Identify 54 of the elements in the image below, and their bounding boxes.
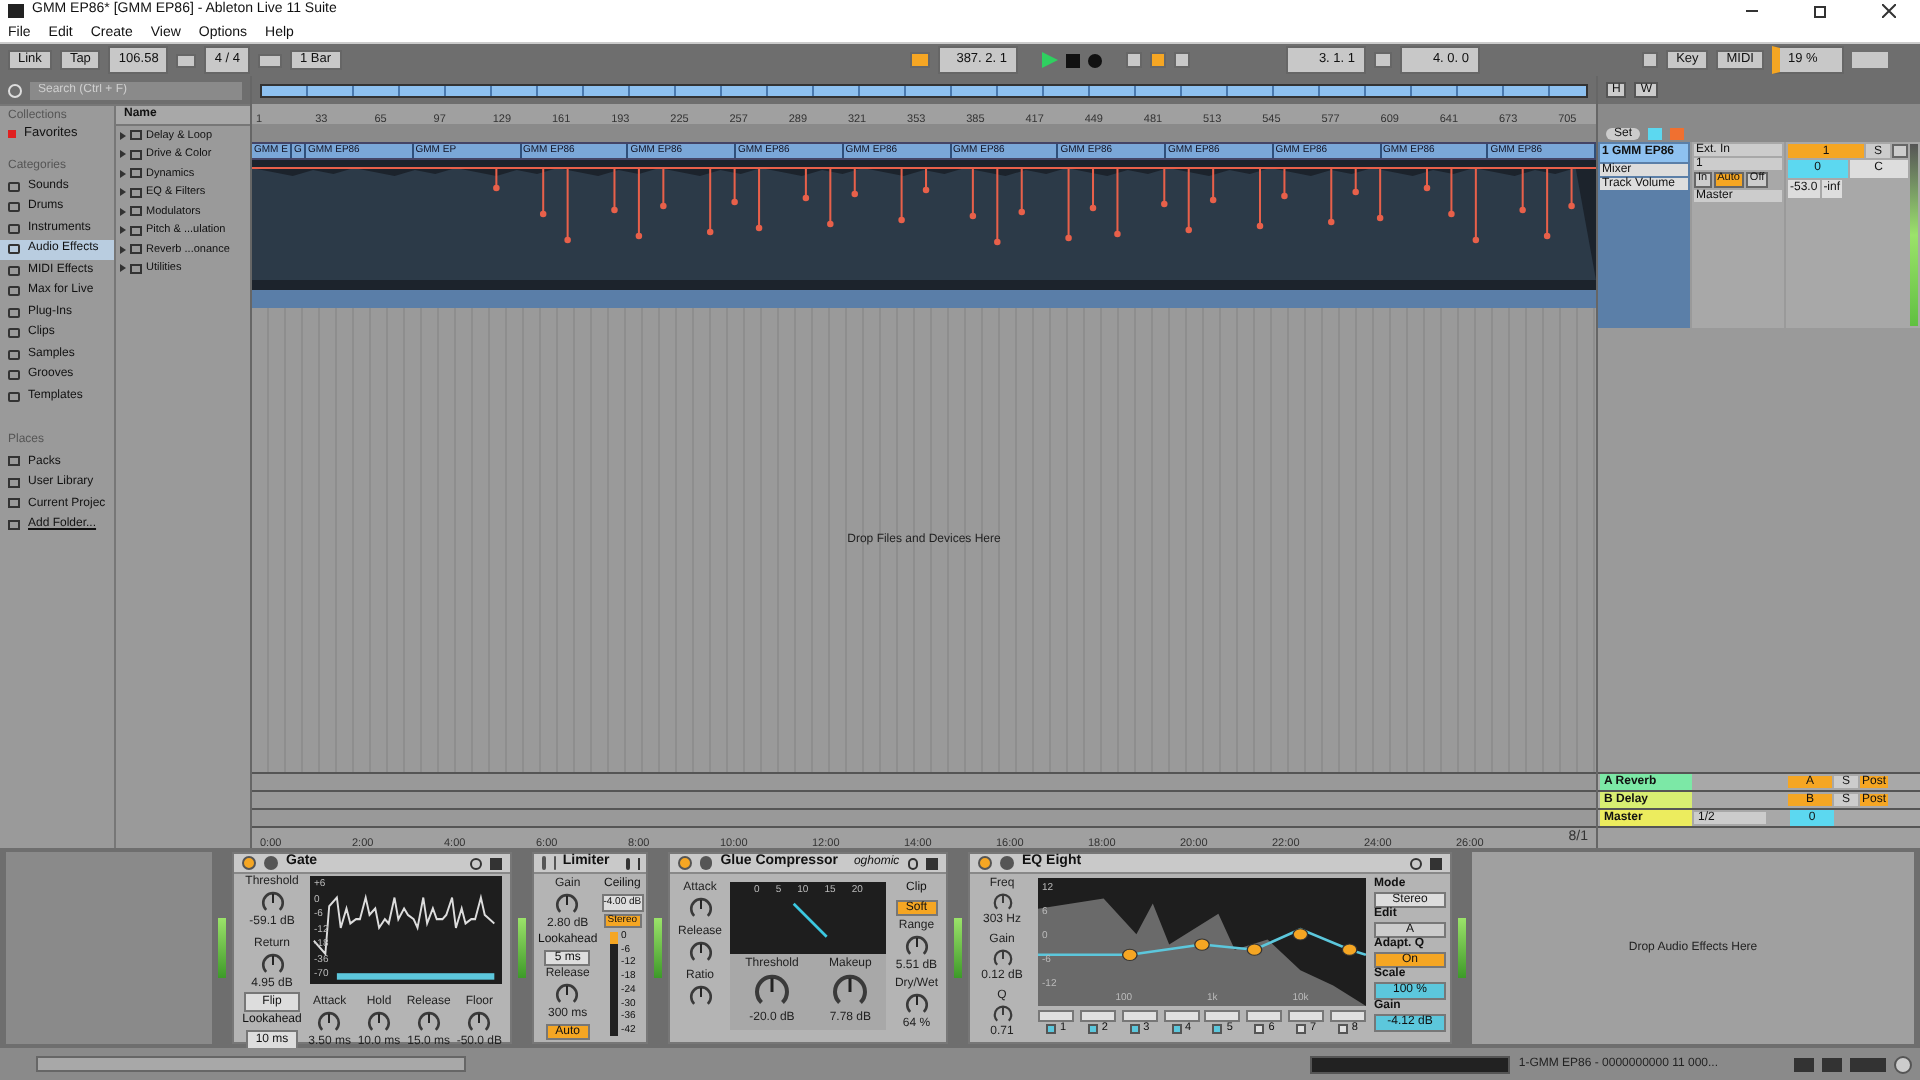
- hide-panel-icon[interactable]: [1894, 1055, 1912, 1073]
- knob[interactable]: [991, 892, 1013, 914]
- restore-icon[interactable]: [1814, 5, 1826, 17]
- knob[interactable]: [365, 1010, 392, 1036]
- knob[interactable]: [903, 992, 930, 1018]
- band-toggle[interactable]: [1296, 1024, 1307, 1035]
- band-toggle[interactable]: [1087, 1024, 1098, 1035]
- knob[interactable]: [415, 1010, 442, 1036]
- knob[interactable]: [259, 952, 285, 978]
- app-icon: [8, 4, 24, 18]
- level-meter: [518, 918, 526, 978]
- knob[interactable]: [316, 1010, 343, 1036]
- expand-arrow-icon: [120, 245, 126, 254]
- filter-type-dropdown[interactable]: [1079, 1010, 1116, 1022]
- knob[interactable]: [687, 984, 713, 1010]
- filter-type-dropdown[interactable]: [1329, 1010, 1366, 1022]
- expand-arrow-icon: [120, 207, 126, 216]
- record-icon[interactable]: [1087, 53, 1102, 67]
- band-toggle[interactable]: [1045, 1024, 1056, 1035]
- knob[interactable]: [554, 982, 581, 1008]
- band-toggle[interactable]: [1171, 1024, 1181, 1035]
- stop-icon[interactable]: [1065, 53, 1080, 67]
- knob[interactable]: [466, 1010, 493, 1036]
- filter-type-dropdown[interactable]: [1163, 1010, 1200, 1022]
- knob[interactable]: [687, 940, 713, 966]
- level-meter: [954, 918, 962, 978]
- knob[interactable]: [554, 892, 581, 918]
- level-meter: [1458, 918, 1466, 978]
- close-icon[interactable]: [1882, 4, 1896, 18]
- filter-type-dropdown[interactable]: [1204, 1010, 1241, 1022]
- filter-type-dropdown[interactable]: [1121, 1010, 1158, 1022]
- knob[interactable]: [991, 1004, 1013, 1026]
- knob[interactable]: [259, 890, 285, 916]
- expand-arrow-icon: [120, 226, 126, 235]
- expand-arrow-icon: [120, 150, 126, 159]
- knob[interactable]: [991, 948, 1013, 970]
- level-meter: [654, 918, 662, 978]
- expand-arrow-icon: [120, 131, 126, 140]
- filter-type-dropdown[interactable]: [1038, 1010, 1074, 1022]
- expand-arrow-icon: [120, 188, 126, 197]
- band-toggle[interactable]: [1337, 1024, 1348, 1035]
- play-icon[interactable]: [1041, 52, 1058, 68]
- band-toggle[interactable]: [1212, 1024, 1223, 1035]
- gain-reduction-meter: [609, 932, 618, 1036]
- band-toggle[interactable]: [1129, 1024, 1140, 1035]
- filter-type-dropdown[interactable]: [1288, 1010, 1325, 1022]
- band-toggle[interactable]: [1254, 1024, 1265, 1035]
- knob[interactable]: [687, 896, 713, 922]
- filter-type-dropdown[interactable]: [1246, 1010, 1283, 1022]
- preview-icon[interactable]: [8, 83, 22, 97]
- level-meter: [218, 918, 226, 978]
- expand-arrow-icon: [120, 169, 126, 178]
- knob[interactable]: [903, 934, 930, 960]
- expand-arrow-icon: [120, 264, 126, 273]
